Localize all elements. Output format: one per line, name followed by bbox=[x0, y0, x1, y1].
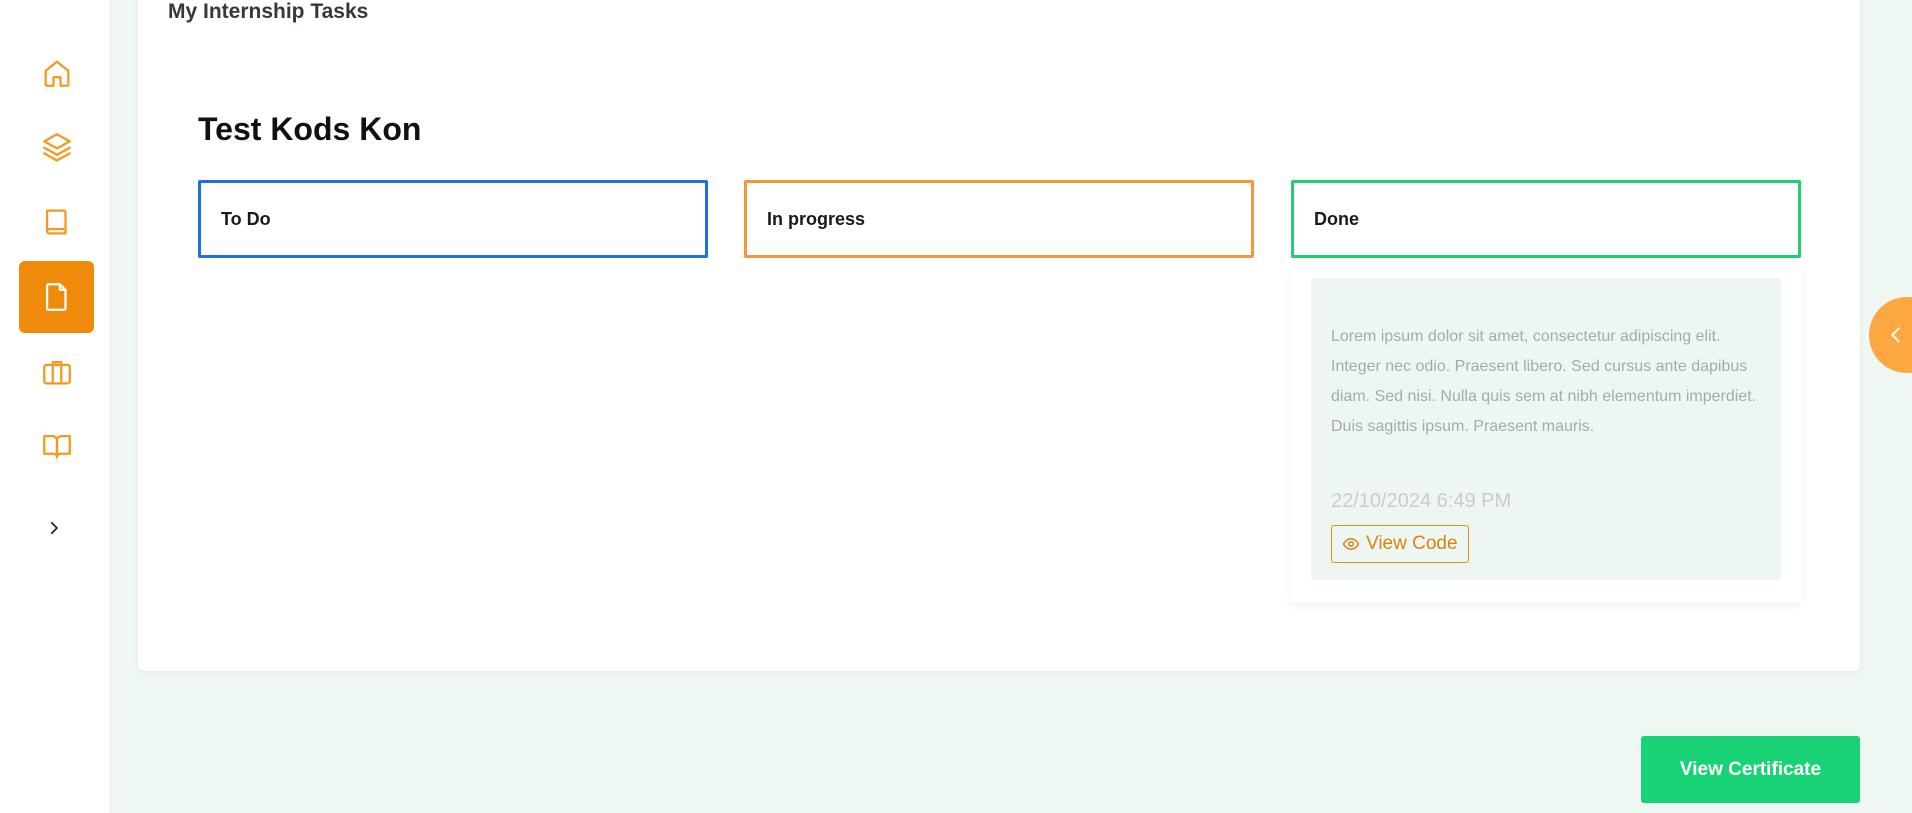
task-date: 22/10/2024 6:49 PM bbox=[1331, 490, 1512, 512]
briefcase-icon bbox=[42, 360, 71, 385]
sidebar-item-layers[interactable] bbox=[19, 111, 94, 183]
column-in-progress-header: In progress bbox=[744, 180, 1254, 258]
sidebar-item-library[interactable] bbox=[19, 410, 94, 482]
sidebar-item-internships[interactable] bbox=[19, 336, 94, 408]
book-open-icon bbox=[42, 434, 71, 459]
book-icon bbox=[45, 209, 67, 235]
file-icon bbox=[45, 283, 67, 311]
side-panel-toggle[interactable] bbox=[1869, 297, 1912, 373]
task-description: Lorem ipsum dolor sit amet, consectetur … bbox=[1331, 328, 1757, 435]
chevron-right-icon bbox=[50, 521, 58, 535]
layers-icon bbox=[42, 133, 71, 162]
column-todo-header: To Do bbox=[198, 180, 708, 258]
column-done-header: Done bbox=[1291, 180, 1801, 258]
sidebar-expand-button[interactable] bbox=[40, 514, 68, 542]
task-card: Lorem ipsum dolor sit amet, consectetur … bbox=[1311, 278, 1781, 580]
page-title: My Internship Tasks bbox=[168, 0, 369, 23]
eye-icon bbox=[1342, 538, 1360, 550]
sidebar-item-courses[interactable] bbox=[19, 186, 94, 258]
chevron-left-icon bbox=[1891, 327, 1900, 343]
sidebar bbox=[0, 0, 111, 813]
view-certificate-button[interactable]: View Certificate bbox=[1641, 736, 1860, 803]
board-title: Test Kods Kon bbox=[198, 111, 422, 147]
column-label: In progress bbox=[767, 208, 866, 229]
view-code-label: View Code bbox=[1366, 533, 1458, 554]
home-icon bbox=[44, 60, 69, 87]
sidebar-item-home[interactable] bbox=[19, 37, 94, 109]
column-label: Done bbox=[1314, 208, 1359, 229]
column-label: To Do bbox=[221, 208, 271, 229]
done-task-list: Lorem ipsum dolor sit amet, consectetur … bbox=[1291, 262, 1801, 602]
view-code-button[interactable]: View Code bbox=[1331, 525, 1469, 563]
sidebar-item-tasks[interactable] bbox=[19, 261, 94, 333]
